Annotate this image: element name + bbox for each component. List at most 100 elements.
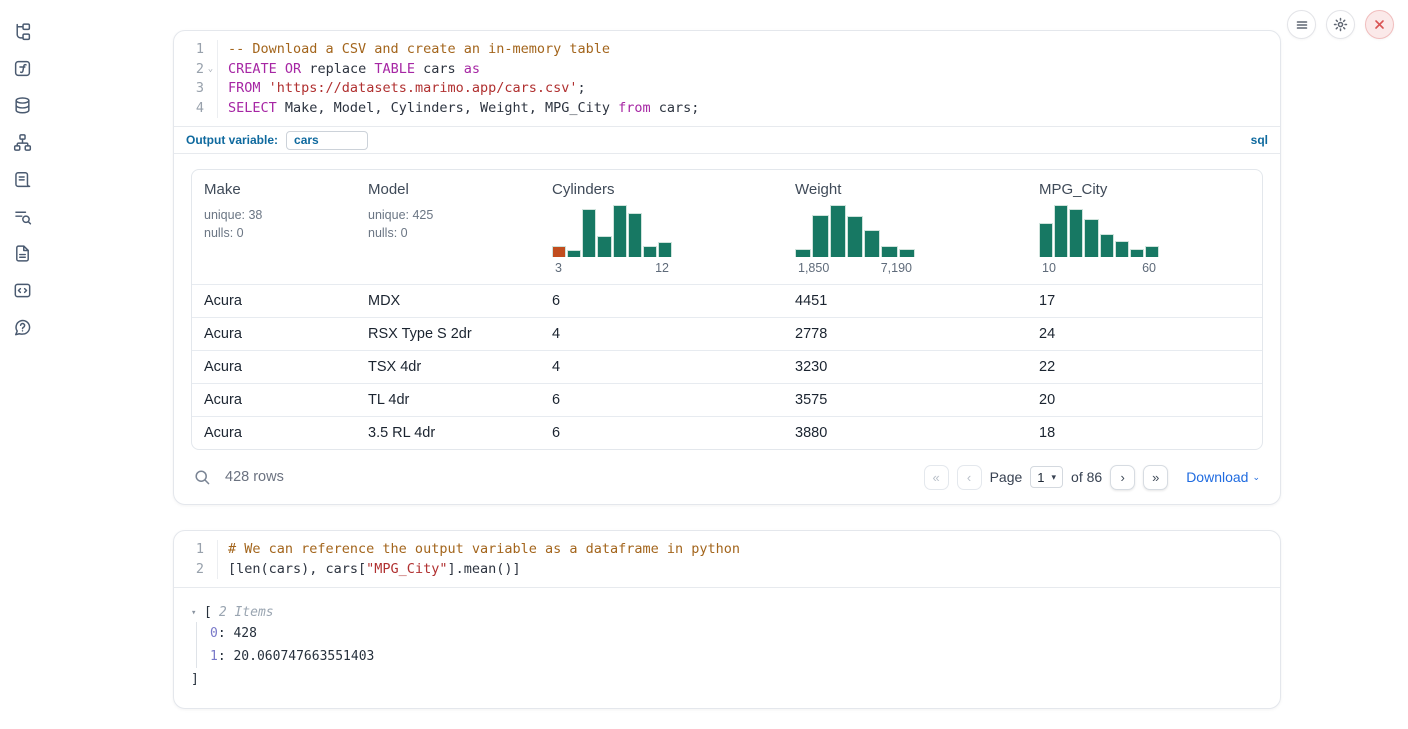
table-cell: 3880 xyxy=(783,425,1027,441)
table-cell: 24 xyxy=(1027,326,1262,342)
tree-open-bracket: [ xyxy=(204,605,212,620)
notebook-menu-button[interactable] xyxy=(1287,10,1316,39)
next-page-button[interactable]: › xyxy=(1110,465,1135,490)
datasources-icon[interactable] xyxy=(13,96,32,115)
table-cell: Acura xyxy=(192,326,356,342)
output-variable-bar: Output variable: sql xyxy=(174,126,1280,153)
first-page-button[interactable]: « xyxy=(924,465,949,490)
model-unique-stat: unique: 425 xyxy=(368,207,528,224)
tree-items-count: 2 Items xyxy=(219,605,274,620)
tree-body: 0: 428 1: 20.060747663551403 xyxy=(196,622,1264,668)
tree-entry-value: 428 xyxy=(233,626,256,641)
column-header-make[interactable]: Make unique: 38 nulls: 0 xyxy=(192,170,356,284)
last-page-button[interactable]: » xyxy=(1143,465,1168,490)
table-cell: 6 xyxy=(540,293,783,309)
output-variable-label: Output variable: xyxy=(186,133,278,147)
tree-collapse-icon[interactable]: ▾ xyxy=(191,608,204,618)
hist-bar xyxy=(899,249,915,257)
hist-bar xyxy=(582,209,596,257)
cylinders-histogram xyxy=(552,205,672,257)
cylinders-min-label: 3 xyxy=(555,261,562,275)
marimo-notebook-page: 1-- Download a CSV and create an in-memo… xyxy=(0,0,1408,729)
download-button[interactable]: Download ⌄ xyxy=(1186,469,1260,485)
table-cell: 17 xyxy=(1027,293,1262,309)
sql-code-editor[interactable]: 1-- Download a CSV and create an in-memo… xyxy=(174,31,1280,126)
shutdown-button[interactable] xyxy=(1365,10,1394,39)
column-header-model[interactable]: Model unique: 425 nulls: 0 xyxy=(356,170,540,284)
fold-chevron-icon xyxy=(204,99,217,119)
mpg-max-label: 60 xyxy=(1142,261,1156,275)
table-row: AcuraRSX Type S 2dr4277824 xyxy=(192,317,1262,350)
python-cell-output: ▾ [ 2 Items 0: 428 1: 20.060747663551403… xyxy=(174,587,1280,708)
table-cell: 3.5 RL 4dr xyxy=(356,425,540,441)
table-footer: 428 rows « ‹ Page 1 ▾ of 86 › » Download… xyxy=(191,463,1263,491)
hist-bar xyxy=(1145,246,1159,257)
table-header: Make unique: 38 nulls: 0 Model unique: 4… xyxy=(192,170,1262,284)
settings-button[interactable] xyxy=(1326,10,1355,39)
hist-bar xyxy=(597,236,611,257)
documentation-icon[interactable] xyxy=(13,244,32,263)
fold-chevron-icon xyxy=(204,560,217,580)
pagination: « ‹ Page 1 ▾ of 86 › » Download ⌄ xyxy=(924,465,1260,490)
sql-cell: 1-- Download a CSV and create an in-memo… xyxy=(173,30,1281,505)
line-number: 2 xyxy=(182,60,204,80)
sql-cell-output: Make unique: 38 nulls: 0 Model unique: 4… xyxy=(174,153,1280,504)
help-icon[interactable] xyxy=(13,318,32,337)
hist-bar xyxy=(830,205,846,257)
table-cell: 20 xyxy=(1027,392,1262,408)
mpg-min-label: 10 xyxy=(1042,261,1056,275)
table-cell: 3575 xyxy=(783,392,1027,408)
cylinders-max-label: 12 xyxy=(655,261,669,275)
python-code-editor[interactable]: 1# We can reference the output variable … xyxy=(174,531,1280,587)
table-cell: RSX Type S 2dr xyxy=(356,326,540,342)
hist-bar xyxy=(658,242,672,257)
fold-chevron-icon xyxy=(204,79,217,99)
chevron-down-icon: ▾ xyxy=(1052,472,1057,483)
tree-entry-key: 0 xyxy=(210,626,218,641)
weight-max-label: 7,190 xyxy=(881,261,912,275)
fold-chevron-icon xyxy=(204,40,217,60)
hist-bar xyxy=(1100,234,1114,257)
snippets-icon[interactable] xyxy=(13,281,32,300)
table-cell: 4 xyxy=(540,359,783,375)
output-variable-input[interactable] xyxy=(286,131,368,150)
page-of-label: of 86 xyxy=(1071,469,1102,485)
left-sidebar xyxy=(0,0,44,729)
file-explorer-icon[interactable] xyxy=(13,22,32,41)
hist-bar xyxy=(1115,241,1129,257)
language-badge: sql xyxy=(1251,133,1268,147)
dependency-graph-icon[interactable] xyxy=(13,133,32,152)
table-cell: 2778 xyxy=(783,326,1027,342)
model-nulls-stat: nulls: 0 xyxy=(368,225,528,242)
hist-bar xyxy=(795,249,811,257)
hist-bar xyxy=(1069,209,1083,257)
page-select[interactable]: 1 ▾ xyxy=(1030,466,1063,488)
tree-entry-value: 20.060747663551403 xyxy=(233,649,374,664)
variables-icon[interactable] xyxy=(13,59,32,78)
table-cell: Acura xyxy=(192,359,356,375)
weight-histogram xyxy=(795,205,915,257)
column-header-mpg-city[interactable]: MPG_City 10 60 xyxy=(1027,170,1262,284)
hist-bar xyxy=(1054,205,1068,257)
page-label: Page xyxy=(990,469,1023,485)
fold-chevron-icon[interactable]: ⌄ xyxy=(204,60,217,80)
prev-page-button[interactable]: ‹ xyxy=(957,465,982,490)
hist-bar xyxy=(1084,219,1098,257)
table-body: AcuraMDX6445117AcuraRSX Type S 2dr427782… xyxy=(192,284,1262,449)
hist-bar xyxy=(1039,223,1053,257)
weight-min-label: 1,850 xyxy=(798,261,829,275)
column-header-cylinders[interactable]: Cylinders 3 12 xyxy=(540,170,783,284)
search-icon[interactable] xyxy=(194,469,211,486)
logs-icon[interactable] xyxy=(13,207,32,226)
table-row: AcuraMDX6445117 xyxy=(192,284,1262,317)
table-cell: 22 xyxy=(1027,359,1262,375)
table-cell: 4451 xyxy=(783,293,1027,309)
hist-bar xyxy=(643,246,657,257)
scratchpad-icon[interactable] xyxy=(13,170,32,189)
make-unique-stat: unique: 38 xyxy=(204,207,344,224)
table-cell: 6 xyxy=(540,392,783,408)
data-table: Make unique: 38 nulls: 0 Model unique: 4… xyxy=(191,169,1263,450)
mpg-city-histogram xyxy=(1039,205,1159,257)
column-header-weight[interactable]: Weight 1,850 7,190 xyxy=(783,170,1027,284)
fold-chevron-icon xyxy=(204,540,217,560)
